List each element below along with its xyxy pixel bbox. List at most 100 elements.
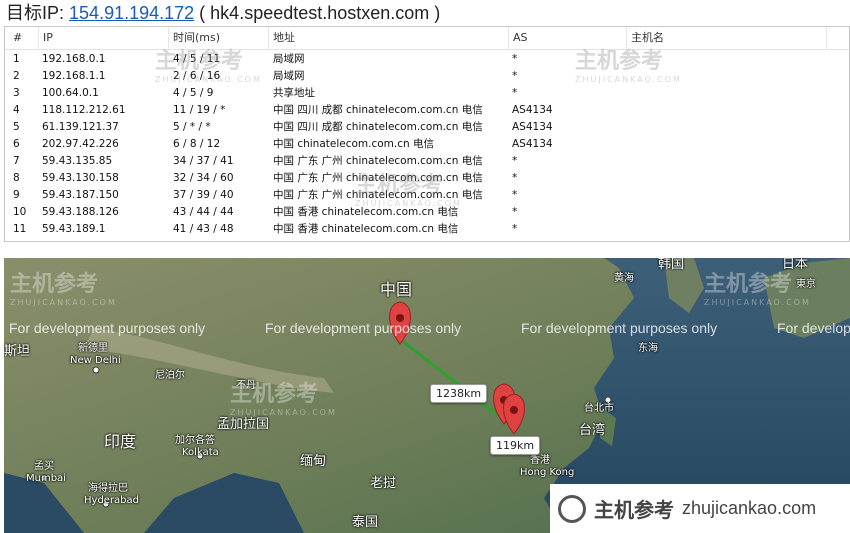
hop-ip: 100.64.0.1 bbox=[42, 87, 99, 99]
map-label: 海得拉巴 bbox=[88, 483, 128, 494]
watermark: 主机参考 ZHUJICANKAO.COM bbox=[575, 49, 682, 84]
map-label: 东海 bbox=[638, 343, 658, 354]
hop-address: 共享地址 bbox=[273, 87, 315, 99]
hop-as: * bbox=[512, 206, 518, 218]
hop-number: 10 bbox=[13, 206, 27, 218]
map-label: 黄海 bbox=[614, 273, 634, 284]
dev-notice: For development purposes only bbox=[265, 320, 462, 336]
map-label: 韩国 bbox=[658, 258, 685, 272]
hop-latency: 11 / 19 / * bbox=[173, 104, 226, 116]
hop-address: 中国 chinatelecom.com.cn 电信 bbox=[273, 138, 435, 150]
watermark: 主机参考 ZHUJICANKAO.COM bbox=[155, 49, 262, 84]
hop-latency: 6 / 8 / 12 bbox=[173, 138, 221, 150]
hop-latency: 34 / 37 / 41 bbox=[173, 155, 234, 167]
brand-name: 主机参考 bbox=[594, 498, 674, 522]
hop-as: AS4134 bbox=[512, 121, 553, 133]
map-label: 孟加拉国 bbox=[217, 417, 270, 432]
hop-latency: 4 / 5 / 9 bbox=[173, 87, 214, 99]
map-label: Hyderabad bbox=[84, 495, 139, 506]
hop-number: 5 bbox=[13, 121, 20, 133]
table-row[interactable]: 11 59.43.189.1 41 / 43 / 48 中国 香港 chinatele… bbox=[5, 221, 849, 238]
hop-address: 中国 四川 成都 chinatelecom.com.cn 电信 bbox=[273, 104, 483, 116]
target-header: 目标IP: 154.91.194.172 ( hk4.speedtest.hos… bbox=[6, 0, 846, 26]
hop-as: * bbox=[512, 87, 518, 99]
map-label: 中国 bbox=[380, 280, 413, 299]
map-label: 印度 bbox=[104, 432, 137, 451]
table-row[interactable]: 1 192.168.0.1 4 / 5 / 11 局域网 * bbox=[5, 51, 849, 68]
table-row[interactable]: 2 192.168.1.1 2 / 6 / 16 局域网 * bbox=[5, 68, 849, 85]
distance-label: 119km bbox=[490, 436, 541, 455]
hop-ip: 59.43.189.1 bbox=[42, 223, 106, 235]
column-header-num[interactable]: # bbox=[9, 27, 39, 49]
map-label: 台湾 bbox=[579, 423, 606, 438]
hop-as: AS4134 bbox=[512, 138, 553, 150]
hop-ip: 59.43.135.85 bbox=[42, 155, 113, 167]
hop-address: 局域网 bbox=[273, 53, 305, 65]
hop-latency: 37 / 39 / 40 bbox=[173, 189, 234, 201]
hop-number: 9 bbox=[13, 189, 20, 201]
table-row[interactable]: 4 118.112.212.61 11 / 19 / * 中国 四川 成都 china… bbox=[5, 102, 849, 119]
hop-latency: 5 / * / * bbox=[173, 121, 211, 133]
dev-notice: For development purposes only bbox=[9, 320, 206, 336]
hop-as: * bbox=[512, 223, 518, 235]
target-ip-link[interactable]: 154.91.194.172 bbox=[69, 3, 194, 23]
watermark: 主机参考 ZHUJICANKAO.COM bbox=[355, 173, 462, 208]
target-ip-label: 目标IP: bbox=[6, 3, 65, 23]
hop-address: 中国 香港 chinatelecom.com.cn 电信 bbox=[273, 223, 459, 235]
map-label: 缅甸 bbox=[300, 454, 327, 469]
table-row[interactable]: 6 202.97.42.226 6 / 8 / 12 中国 chinatelecom.… bbox=[5, 136, 849, 153]
hop-ip: 192.168.1.1 bbox=[42, 70, 106, 82]
column-header-ip[interactable]: IP bbox=[39, 27, 169, 49]
hop-number: 7 bbox=[13, 155, 20, 167]
brand-banner: 主机参考 zhujicankao.com bbox=[550, 484, 850, 533]
watermark: 主机参考 ZHUJICANKAO.COM bbox=[704, 272, 811, 307]
map-label: 老挝 bbox=[370, 476, 397, 491]
map-label: Hong Kong bbox=[520, 467, 575, 478]
hop-as: * bbox=[512, 155, 518, 167]
hop-number: 4 bbox=[13, 104, 20, 116]
hop-ip: 59.43.187.150 bbox=[42, 189, 119, 201]
map-label: 尼泊尔 bbox=[155, 370, 185, 381]
map-label: 泰国 bbox=[352, 515, 379, 530]
table-row[interactable]: 3 100.64.0.1 4 / 5 / 9 共享地址 * bbox=[5, 85, 849, 102]
hop-ip: 192.168.0.1 bbox=[42, 53, 106, 65]
map-label: 加尔各答 bbox=[175, 435, 215, 446]
brand-url: zhujicankao.com bbox=[682, 498, 817, 518]
table-header: # IP 时间(ms) 地址 AS 主机名 bbox=[5, 27, 849, 50]
map-label: Kolkata bbox=[182, 447, 219, 458]
hop-ip: 61.139.121.37 bbox=[42, 121, 119, 133]
hop-as: * bbox=[512, 189, 518, 201]
target-hostname: ( hk4.speedtest.hostxen.com ) bbox=[199, 3, 441, 23]
hop-latency: 32 / 34 / 60 bbox=[173, 172, 234, 184]
hop-ip: 59.43.130.158 bbox=[42, 172, 119, 184]
hop-number: 11 bbox=[13, 223, 27, 235]
map-label: Mumbai bbox=[26, 473, 66, 484]
hop-ip: 59.43.188.126 bbox=[42, 206, 119, 218]
hop-number: 2 bbox=[13, 70, 20, 82]
table-row[interactable]: 5 61.139.121.37 5 / * / * 中国 四川 成都 chinatel… bbox=[5, 119, 849, 136]
hop-number: 3 bbox=[13, 87, 20, 99]
hop-latency: 41 / 43 / 48 bbox=[173, 223, 234, 235]
dev-notice: For development purposes only bbox=[521, 320, 718, 336]
map-label: New Delhi bbox=[70, 355, 121, 366]
dev-notice: For development purposes only bbox=[777, 320, 850, 336]
distance-label: 1238km bbox=[430, 384, 488, 403]
brand-logo-icon bbox=[558, 494, 586, 523]
hop-address: 局域网 bbox=[273, 70, 305, 82]
watermark: 主机参考 ZHUJICANKAO.COM bbox=[10, 272, 117, 307]
hop-number: 8 bbox=[13, 172, 20, 184]
traceroute-table: # IP 时间(ms) 地址 AS 主机名 1 192.168.0.1 4 / 5 … bbox=[4, 26, 850, 242]
watermark: 主机参考 ZHUJICANKAO.COM bbox=[230, 382, 337, 417]
map-label: 台北市 bbox=[584, 403, 614, 414]
map-label: 新德里 bbox=[78, 343, 108, 354]
hop-address: 中国 四川 成都 chinatelecom.com.cn 电信 bbox=[273, 121, 483, 133]
column-header-address[interactable]: 地址 bbox=[269, 27, 509, 49]
hop-ip: 118.112.212.61 bbox=[42, 104, 126, 116]
hop-number: 6 bbox=[13, 138, 20, 150]
map-label: 孟买 bbox=[34, 461, 54, 472]
map-label: 斯坦 bbox=[4, 344, 31, 359]
hop-ip: 202.97.42.226 bbox=[42, 138, 119, 150]
hop-as: * bbox=[512, 172, 518, 184]
map-label: 香港 bbox=[530, 455, 550, 466]
hop-number: 1 bbox=[13, 53, 20, 65]
